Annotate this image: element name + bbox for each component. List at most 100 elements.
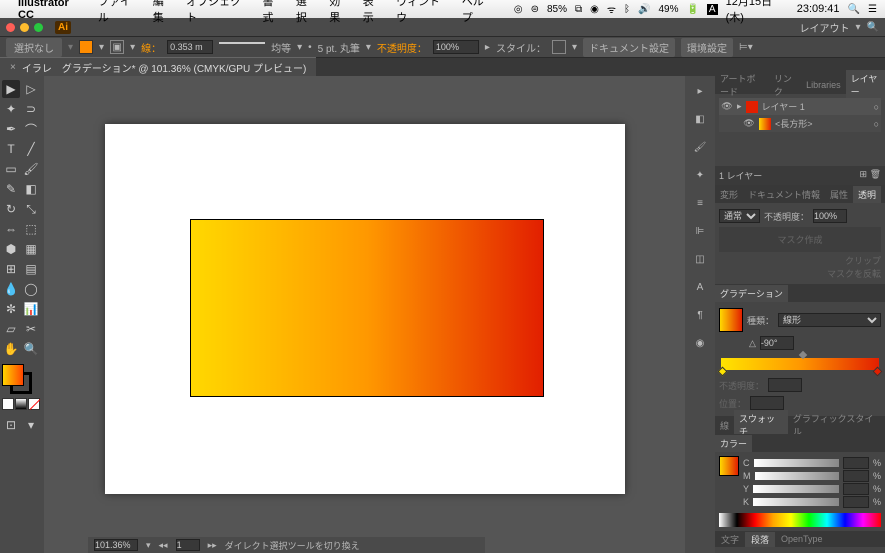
align-icon[interactable]: ⊫ <box>691 222 709 240</box>
gradient-midpoint[interactable] <box>799 351 807 359</box>
tab-docinfo[interactable]: ドキュメント情報 <box>743 186 825 203</box>
cyan-input[interactable] <box>843 457 869 469</box>
close-button[interactable] <box>6 23 15 32</box>
wifi-icon[interactable]: ᯤ <box>607 2 616 16</box>
color-icon[interactable]: ◧ <box>691 110 709 128</box>
page-input[interactable] <box>176 539 200 551</box>
shaper-tool[interactable]: ✎ <box>2 180 20 198</box>
lasso-tool[interactable]: ⊃ <box>22 100 40 118</box>
menu-effect[interactable]: 効果 <box>329 0 350 25</box>
search-icon[interactable]: 🔍 <box>867 22 879 33</box>
nav-next-icon[interactable]: ▸▸ <box>208 540 217 551</box>
visibility-icon[interactable]: 👁 <box>721 101 733 112</box>
type-tool[interactable]: T <box>2 140 20 158</box>
paintbrush-tool[interactable]: 🖌 <box>22 160 40 178</box>
opacity-input[interactable] <box>433 40 479 54</box>
line-app-icon[interactable]: ◉ <box>590 4 599 15</box>
eyedropper-tool[interactable]: 💧 <box>2 280 20 298</box>
artboard-tool[interactable]: ▱ <box>2 320 20 338</box>
yellow-slider[interactable] <box>753 485 839 493</box>
menu-type[interactable]: 書式 <box>262 0 283 25</box>
blend-tool[interactable]: ◯ <box>22 280 40 298</box>
shape-builder-tool[interactable]: ⬢ <box>2 240 20 258</box>
document-setup-button[interactable]: ドキュメント設定 <box>583 38 675 57</box>
zoom-input[interactable] <box>94 539 138 551</box>
color-mode-none[interactable] <box>28 398 40 410</box>
color-mode-gradient[interactable] <box>15 398 27 410</box>
layer-row[interactable]: 👁 ▸ レイヤー 1 ○ <box>719 98 881 115</box>
black-input[interactable] <box>843 496 869 508</box>
hand-tool[interactable]: ✋ <box>2 340 20 358</box>
bluetooth-icon[interactable]: ᛒ <box>624 4 630 15</box>
tab-transparency[interactable]: 透明 <box>853 186 881 203</box>
menu-help[interactable]: ヘルプ <box>462 0 494 25</box>
gradient-slider[interactable] <box>721 358 879 370</box>
sublayer-row[interactable]: 👁 <長方形> ○ <box>719 115 881 132</box>
black-slider[interactable] <box>753 498 839 506</box>
artboard[interactable] <box>105 124 625 494</box>
app-name[interactable]: Illustrator CC <box>18 0 86 21</box>
fill-swatch[interactable] <box>79 40 93 54</box>
free-transform-tool[interactable]: ⬚ <box>22 220 40 238</box>
scale-tool[interactable]: ⤡ <box>22 200 40 218</box>
canvas[interactable]: ▾ ◂◂ ▸▸ ダイレクト選択ツールを切り換え <box>44 76 685 553</box>
symbols-icon[interactable]: ✦ <box>691 166 709 184</box>
pathfinder-icon[interactable]: ◫ <box>691 250 709 268</box>
color-spectrum[interactable] <box>719 513 881 527</box>
sublayer-name[interactable]: <長方形> <box>775 117 813 130</box>
menu-file[interactable]: ファイル <box>98 0 141 25</box>
change-screen[interactable]: ▾ <box>22 416 40 434</box>
selection-tool[interactable]: ▶ <box>2 80 20 98</box>
color-mode-solid[interactable] <box>2 398 14 410</box>
close-tab-icon[interactable]: × <box>10 62 16 73</box>
style-swatch[interactable] <box>552 40 566 54</box>
brushes-icon[interactable]: 🖌 <box>691 138 709 156</box>
menu-edit[interactable]: 編集 <box>153 0 174 25</box>
stroke-width-input[interactable] <box>167 40 213 54</box>
gradient-preview[interactable] <box>719 308 743 332</box>
nav-prev-icon[interactable]: ◂◂ <box>159 540 168 551</box>
minimize-button[interactable] <box>20 23 29 32</box>
slice-tool[interactable]: ✂ <box>22 320 40 338</box>
brush-dropdown[interactable]: 5 pt. 丸筆 <box>318 40 360 55</box>
tab-attributes[interactable]: 属性 <box>825 186 853 203</box>
menubar-date[interactable]: 12月15日(木) <box>726 0 789 25</box>
magenta-input[interactable] <box>843 470 869 482</box>
document-tab[interactable]: × イラレ グラデーション* @ 101.36% (CMYK/GPU プレビュー… <box>0 57 316 77</box>
gradient-angle-input[interactable] <box>760 336 794 350</box>
new-layer-icon[interactable]: ⊞ 🗑 <box>860 169 881 182</box>
color-fill-stroke[interactable] <box>719 456 739 476</box>
pen-tool[interactable]: ✒ <box>2 120 20 138</box>
curvature-tool[interactable]: ⌒ <box>22 120 40 138</box>
menu-select[interactable]: 選択 <box>296 0 317 25</box>
symbol-sprayer-tool[interactable]: ✼ <box>2 300 20 318</box>
preferences-button[interactable]: 環境設定 <box>681 38 733 57</box>
stroke-swatch[interactable]: ▣ <box>110 40 124 54</box>
line-tool[interactable]: ╱ <box>22 140 40 158</box>
tab-character[interactable]: 文字 <box>715 532 745 547</box>
blend-mode-select[interactable]: 通常 <box>719 209 760 223</box>
mesh-tool[interactable]: ⊞ <box>2 260 20 278</box>
visibility-icon[interactable]: 👁 <box>743 118 755 129</box>
tab-paragraph[interactable]: 段落 <box>745 532 775 547</box>
graph-tool[interactable]: 📊 <box>22 300 40 318</box>
rectangle-tool[interactable]: ▭ <box>2 160 20 178</box>
gradient-stop-left[interactable] <box>718 367 728 377</box>
tab-color[interactable]: カラー <box>715 435 752 452</box>
rotate-tool[interactable]: ↻ <box>2 200 20 218</box>
chevron-down-icon[interactable]: ▾ <box>856 22 861 33</box>
fill-stroke-indicator[interactable] <box>2 364 32 394</box>
spotlight-icon[interactable]: 🔍 <box>848 4 860 15</box>
stroke-style[interactable] <box>219 42 265 52</box>
collapse-icon[interactable]: ▸ <box>691 82 709 100</box>
chevron-down-icon[interactable]: ▾ <box>99 42 104 53</box>
width-tool[interactable]: ⇔ <box>2 220 20 238</box>
layout-dropdown[interactable]: レイアウト <box>800 20 850 35</box>
gradient-stop-right[interactable] <box>873 367 883 377</box>
uniform-dropdown[interactable]: 均等 <box>271 40 291 55</box>
menu-window[interactable]: ウィンドウ <box>396 0 450 25</box>
tab-gradient[interactable]: グラデーション <box>715 285 788 302</box>
paragraph-icon[interactable]: ¶ <box>691 306 709 324</box>
perspective-tool[interactable]: ▦ <box>22 240 40 258</box>
zoom-tool[interactable]: 🔍 <box>22 340 40 358</box>
